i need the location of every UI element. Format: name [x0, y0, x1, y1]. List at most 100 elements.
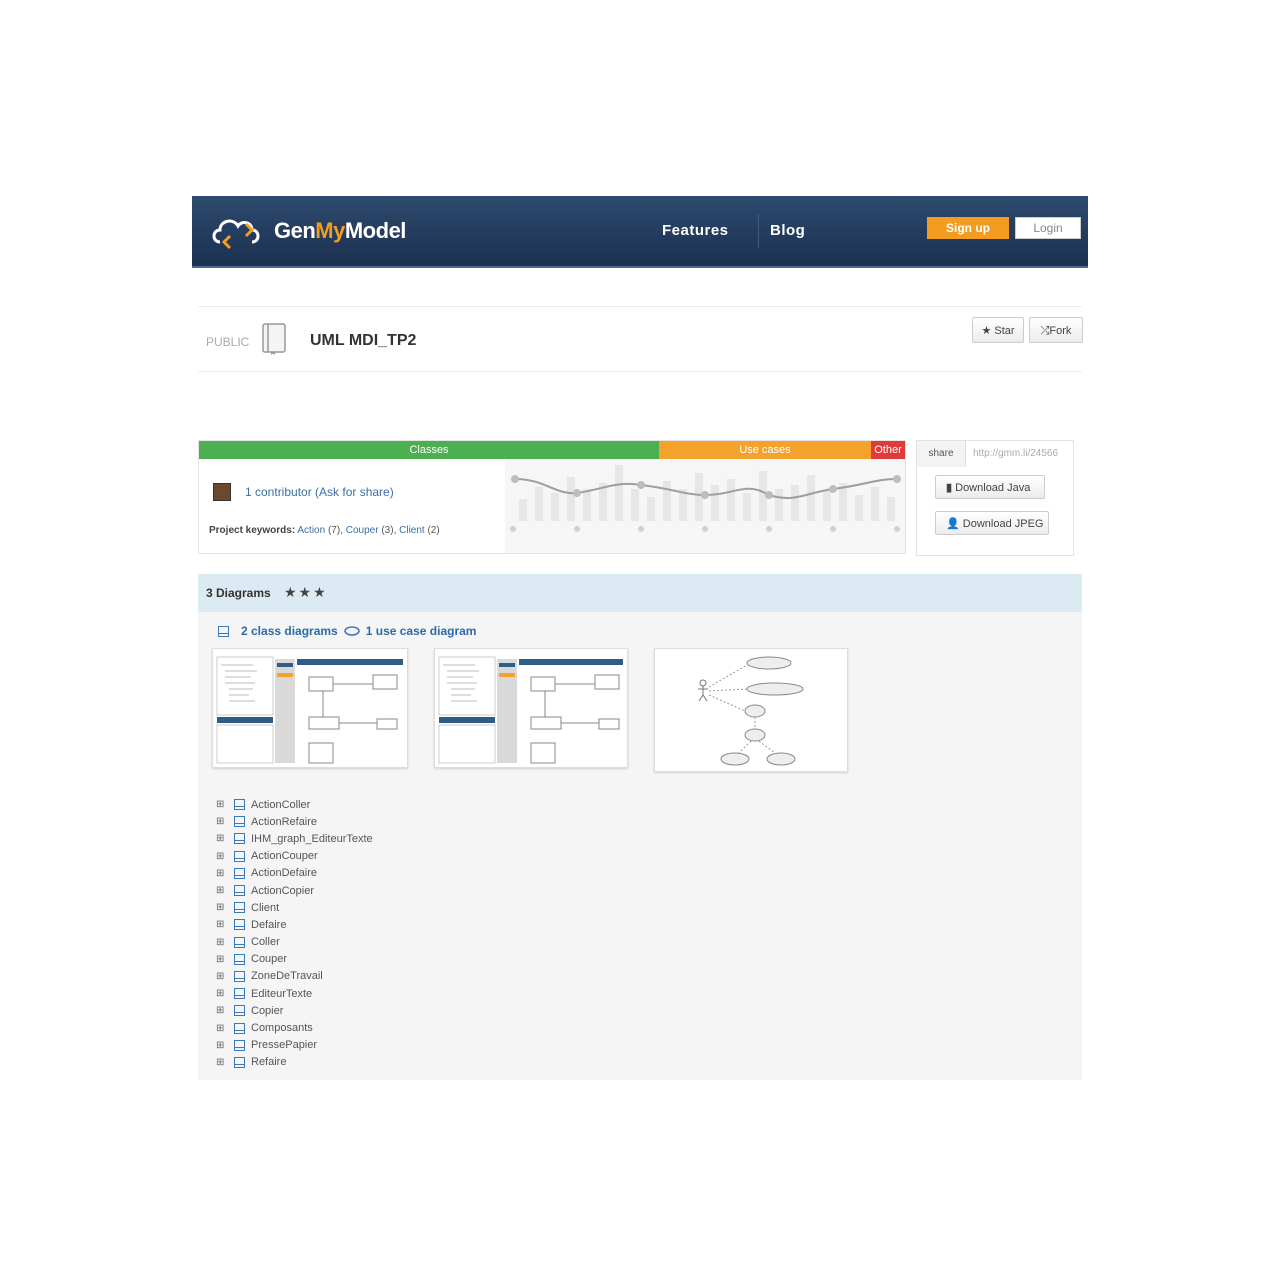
tree-item[interactable]: ⊞ Client — [216, 899, 373, 916]
class-icon — [234, 1022, 245, 1034]
diagram-thumbnail[interactable] — [434, 648, 628, 768]
class-icon — [234, 799, 245, 811]
usecase-diagram-preview — [698, 656, 804, 766]
rating-stars[interactable]: ★★★ — [284, 584, 328, 601]
share-panel: share http://gmm.li/24566 ▮ Download Jav… — [916, 440, 1074, 556]
expand-icon[interactable]: ⊞ — [216, 988, 230, 999]
keyword-link[interactable]: Action — [297, 525, 325, 536]
diagrams-panel: 3 Diagrams ★★★ 2 class diagrams 1 use ca… — [198, 574, 1082, 1080]
tree-item[interactable]: ⊞ Coller — [216, 934, 373, 951]
class-icon — [234, 988, 245, 1000]
expand-icon[interactable]: ⊞ — [216, 799, 230, 810]
tree-item[interactable]: ⊞ Composants — [216, 1019, 373, 1036]
category-usecases: Use cases — [659, 441, 871, 459]
expand-icon[interactable]: ⊞ — [216, 1057, 230, 1068]
tree-item-label: ZoneDeTravail — [251, 970, 323, 983]
signup-button[interactable]: Sign up — [927, 217, 1009, 239]
diagrams-title: 3 Diagrams — [206, 586, 271, 600]
expand-icon[interactable]: ⊞ — [216, 1040, 230, 1051]
project-info: Classes Use cases Other 1 contributor (A… — [198, 440, 906, 554]
expand-icon[interactable]: ⊞ — [216, 1023, 230, 1034]
expand-icon[interactable]: ⊞ — [216, 902, 230, 913]
diagrams-header: 3 Diagrams ★★★ — [198, 574, 1082, 612]
expand-icon[interactable]: ⊞ — [216, 971, 230, 982]
java-icon: ▮ — [946, 482, 953, 494]
use-case-icon — [343, 626, 360, 636]
share-label: share — [917, 441, 966, 467]
tree-item[interactable]: ⊞ ActionRefaire — [216, 813, 373, 830]
tree-item[interactable]: ⊞ PressePapier — [216, 1037, 373, 1054]
project-header: PUBLIC UML MDI_TP2 ★ Star ⤮Fork — [198, 306, 1083, 372]
tree-item[interactable]: ⊞ ActionColler — [216, 796, 373, 813]
class-icon — [234, 867, 245, 879]
class-icon — [234, 816, 245, 828]
star-button[interactable]: ★ Star — [972, 317, 1024, 343]
category-other: Other — [871, 441, 905, 459]
class-icon — [234, 1039, 245, 1051]
diagram-thumbnail[interactable] — [654, 648, 848, 772]
class-icon — [234, 936, 245, 948]
class-diagram-icon — [218, 625, 229, 637]
contributors-link[interactable]: 1 contributor (Ask for share) — [245, 485, 394, 499]
login-button[interactable]: Login — [1015, 217, 1081, 239]
tree-item-label: Client — [251, 901, 280, 914]
expand-icon[interactable]: ⊞ — [216, 851, 230, 862]
project-name: UML MDI_TP2 — [310, 332, 417, 349]
class-icon — [234, 1056, 245, 1068]
book-icon — [262, 323, 286, 355]
tree-item[interactable]: ⊞ Copier — [216, 1002, 373, 1019]
tree-item-label: ActionDefaire — [251, 867, 318, 880]
tree-item[interactable]: ⊞ ZoneDeTravail — [216, 968, 373, 985]
expand-icon[interactable]: ⊞ — [216, 868, 230, 879]
class-diagrams-link[interactable]: 2 class diagrams — [241, 624, 338, 638]
category-classes: Classes — [199, 441, 659, 459]
tree-item-label: Copier — [251, 1004, 284, 1017]
expand-icon[interactable]: ⊞ — [216, 816, 230, 827]
tree-item[interactable]: ⊞ Couper — [216, 951, 373, 968]
expand-icon[interactable]: ⊞ — [216, 954, 230, 965]
nav-divider — [758, 214, 759, 248]
expand-icon[interactable]: ⊞ — [216, 1005, 230, 1016]
keyword-link[interactable]: Couper — [346, 525, 379, 536]
tree-item[interactable]: ⊞ IHM_graph_EditeurTexte — [216, 830, 373, 847]
keyword-link[interactable]: Client — [399, 525, 425, 536]
class-icon — [234, 902, 245, 914]
genmymodel-logo[interactable]: GenMyModel — [210, 212, 406, 250]
tree-item-label: ActionCopier — [251, 884, 314, 897]
avatar[interactable] — [213, 483, 231, 501]
expand-icon[interactable]: ⊞ — [216, 937, 230, 948]
tree-item-label: Refaire — [251, 1056, 287, 1069]
expand-icon[interactable]: ⊞ — [216, 885, 230, 896]
tree-item-label: Defaire — [251, 918, 287, 931]
top-bar: GenMyModel Features Blog Sign up Login — [192, 196, 1088, 268]
tree-item-label: PressePapier — [251, 1039, 318, 1052]
fork-button[interactable]: ⤮Fork — [1029, 317, 1083, 343]
tree-item[interactable]: ⊞ ActionCouper — [216, 848, 373, 865]
expand-icon[interactable]: ⊞ — [216, 833, 230, 844]
tree-item-label: Couper — [251, 953, 288, 966]
tree-item-label: ActionColler — [251, 798, 311, 811]
expand-icon[interactable]: ⊞ — [216, 919, 230, 930]
class-diagram-preview — [438, 656, 623, 764]
class-icon — [234, 1005, 245, 1017]
nav-blog[interactable]: Blog — [770, 222, 805, 239]
tree-item[interactable]: ⊞ ActionDefaire — [216, 865, 373, 882]
diagram-type-links: 2 class diagrams 1 use case diagram — [214, 624, 476, 638]
class-diagram-preview — [216, 656, 403, 764]
usecase-diagram-link[interactable]: 1 use case diagram — [366, 624, 477, 638]
activity-sparkline — [505, 459, 905, 553]
download-java-button[interactable]: ▮ Download Java — [935, 475, 1045, 499]
nav-features[interactable]: Features — [662, 222, 729, 239]
tree-item-label: Composants — [251, 1022, 313, 1035]
tree-item-label: EditeurTexte — [251, 987, 313, 1000]
project-keywords: Project keywords: Action (7), Couper (3)… — [209, 525, 440, 536]
tree-item[interactable]: ⊞ EditeurTexte — [216, 985, 373, 1002]
class-icon — [234, 970, 245, 982]
share-url-field[interactable]: http://gmm.li/24566 — [967, 441, 1073, 467]
diagram-thumbnail[interactable] — [212, 648, 408, 768]
tree-item[interactable]: ⊞ Defaire — [216, 916, 373, 933]
tree-item[interactable]: ⊞ ActionCopier — [216, 882, 373, 899]
tree-item[interactable]: ⊞ Refaire — [216, 1054, 373, 1071]
download-jpeg-button[interactable]: 👤 Download JPEG — [935, 511, 1049, 535]
class-icon — [234, 919, 245, 931]
